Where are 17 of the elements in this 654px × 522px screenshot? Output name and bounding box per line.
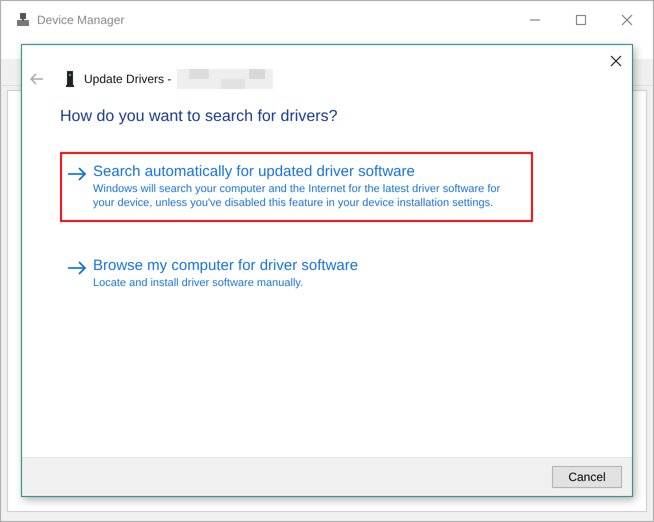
driver-search-option[interactable]: Browse my computer for driver software Locate and install driver software manually. bbox=[60, 246, 533, 302]
option-title: Browse my computer for driver software bbox=[93, 257, 360, 274]
dialog-heading: How do you want to search for drivers? bbox=[60, 108, 338, 126]
driver-search-option[interactable] bbox=[60, 152, 533, 222]
dialog-title: Update Drivers - bbox=[84, 72, 172, 86]
option-title: Search automatically for updated driver software bbox=[93, 163, 416, 180]
close-icon[interactable] bbox=[610, 55, 622, 67]
option-description: Windows will search your computer and the Internet for the latest driver software for your device, unless you've disabled this feature in your device installation settings. bbox=[93, 182, 502, 210]
arrow-icon bbox=[67, 261, 87, 275]
window-title: Device Manager bbox=[37, 13, 124, 27]
arrow-icon bbox=[67, 167, 87, 181]
back-arrow-icon[interactable] bbox=[30, 73, 44, 85]
maximize-icon[interactable] bbox=[575, 14, 587, 26]
option-description: Locate and install driver software manually. bbox=[93, 276, 304, 290]
cancel-button[interactable]: Cancel bbox=[552, 466, 622, 488]
computer-icon bbox=[15, 12, 31, 28]
device-icon bbox=[66, 71, 74, 87]
